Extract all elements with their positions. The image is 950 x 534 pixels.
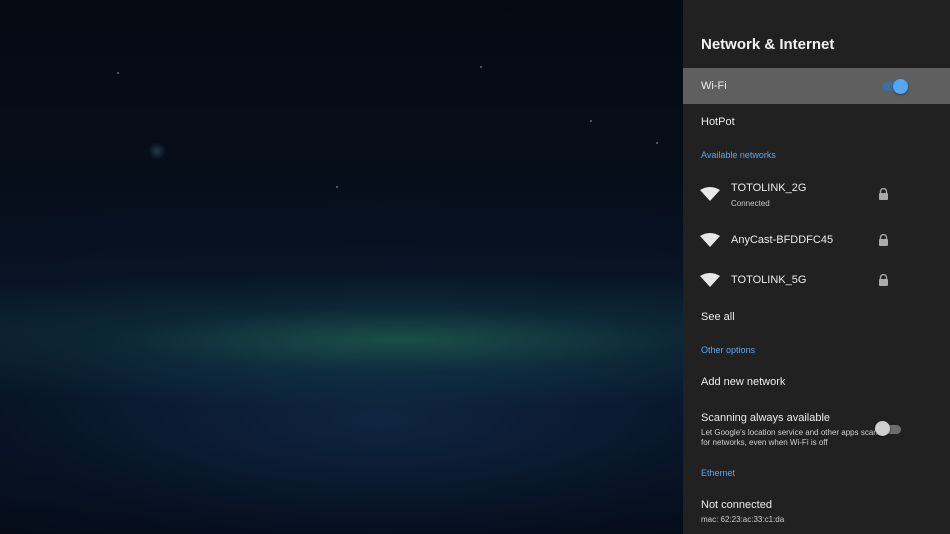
switch-knob bbox=[893, 79, 908, 94]
lock-icon bbox=[879, 188, 888, 200]
scanning-label: Scanning always available bbox=[701, 412, 831, 424]
available-networks-header: Available networks bbox=[701, 150, 776, 160]
star bbox=[480, 66, 482, 68]
star bbox=[117, 72, 119, 74]
hotspot-label: HotPot bbox=[701, 116, 735, 128]
network-item[interactable]: TOTOLINK_2G Connected bbox=[683, 174, 950, 214]
ethernet-status: Not connected bbox=[701, 499, 772, 511]
settings-panel: Network & Internet Wi-Fi HotPot Availabl… bbox=[683, 0, 950, 534]
hotspot-row[interactable]: HotPot bbox=[683, 106, 950, 138]
add-network-label: Add new network bbox=[701, 376, 786, 388]
network-item[interactable]: AnyCast-BFDDFC45 bbox=[683, 224, 950, 256]
star bbox=[656, 142, 658, 144]
see-all-button[interactable]: See all bbox=[683, 302, 950, 332]
page-title: Network & Internet bbox=[701, 36, 835, 53]
scanning-row[interactable]: Scanning always available Let Google's l… bbox=[683, 404, 950, 452]
ethernet-header: Ethernet bbox=[701, 468, 736, 478]
wifi-toggle-row[interactable]: Wi-Fi bbox=[683, 68, 950, 104]
ethernet-row[interactable]: Not connected mac: 62:23:ac:33:c1:da bbox=[683, 490, 950, 530]
network-item[interactable]: TOTOLINK_5G bbox=[683, 264, 950, 296]
other-options-header: Other options bbox=[701, 345, 756, 355]
scanning-switch[interactable] bbox=[875, 421, 903, 437]
star bbox=[590, 120, 592, 122]
network-name: TOTOLINK_2G bbox=[731, 182, 807, 194]
add-network-button[interactable]: Add new network bbox=[683, 366, 950, 396]
wifi-label: Wi-Fi bbox=[701, 80, 727, 92]
star-glow bbox=[148, 142, 166, 160]
network-name: AnyCast-BFDDFC45 bbox=[731, 234, 834, 246]
switch-knob bbox=[875, 421, 890, 436]
network-name: TOTOLINK_5G bbox=[731, 274, 807, 286]
lock-icon bbox=[879, 274, 888, 286]
background-wallpaper bbox=[0, 0, 683, 534]
see-all-label: See all bbox=[701, 311, 735, 323]
star bbox=[336, 186, 338, 188]
lock-icon bbox=[879, 234, 888, 246]
wifi-icon bbox=[700, 273, 720, 287]
wifi-icon bbox=[700, 187, 720, 201]
mac-address: mac: 62:23:ac:33:c1:da bbox=[701, 515, 785, 524]
scanning-description: Let Google's location service and other … bbox=[701, 428, 878, 447]
wifi-switch[interactable] bbox=[880, 79, 908, 94]
network-status: Connected bbox=[731, 199, 770, 208]
wifi-icon bbox=[700, 233, 720, 247]
